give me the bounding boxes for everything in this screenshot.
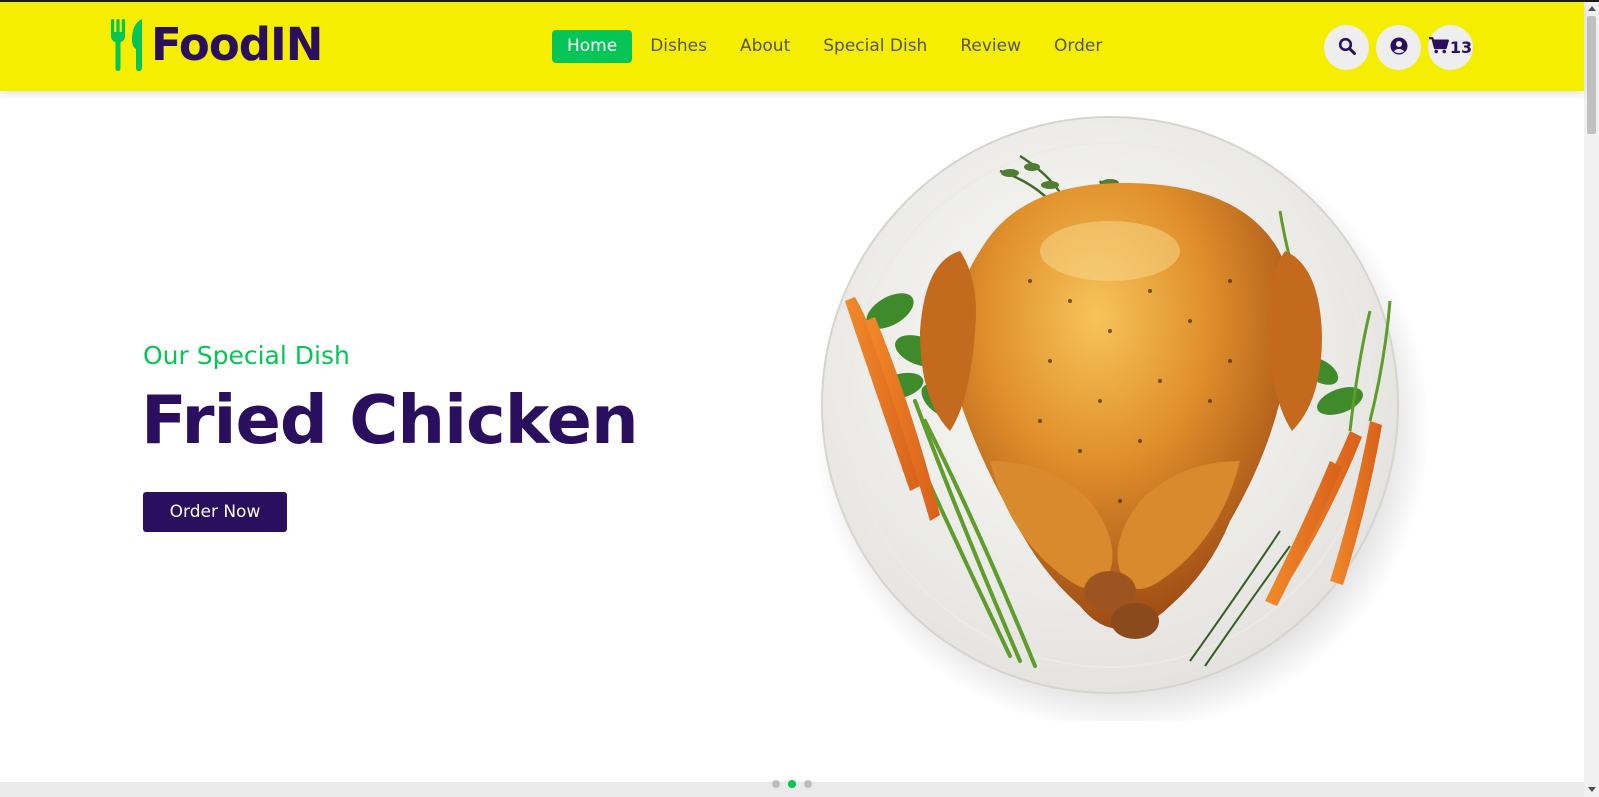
search-icon xyxy=(1338,37,1356,59)
slider-dot-3[interactable] xyxy=(804,780,812,788)
cart-icon xyxy=(1428,37,1449,58)
logo[interactable]: FoodIN xyxy=(110,18,323,71)
scrollbar-thumb[interactable] xyxy=(1587,16,1596,134)
user-circle-icon xyxy=(1390,37,1408,59)
main-nav: Home Dishes About Special Dish Review Or… xyxy=(552,30,1102,63)
nav-about[interactable]: About xyxy=(740,30,790,63)
hero-title: Fried Chicken xyxy=(141,381,639,459)
hero-subtitle: Our Special Dish xyxy=(143,341,350,370)
order-now-button[interactable]: Order Now xyxy=(143,492,287,532)
nav-order[interactable]: Order xyxy=(1054,30,1102,63)
slider-dot-2[interactable] xyxy=(788,780,796,788)
nav-special-dish[interactable]: Special Dish xyxy=(823,30,927,63)
dish-image xyxy=(810,101,1430,733)
cart-button[interactable]: 13 xyxy=(1428,25,1473,70)
search-button[interactable] xyxy=(1324,25,1369,70)
hero-slide: Our Special Dish Fried Chicken Order Now xyxy=(0,91,1584,782)
cart-count-badge: 13 xyxy=(1449,38,1473,57)
account-button[interactable] xyxy=(1376,25,1421,70)
scroll-up-arrow-icon[interactable] xyxy=(1588,6,1596,11)
nav-home[interactable]: Home xyxy=(552,30,633,63)
nav-review[interactable]: Review xyxy=(960,30,1021,63)
logo-text: FoodIN xyxy=(151,18,323,71)
slider-dot-1[interactable] xyxy=(772,780,780,788)
utensils-icon xyxy=(110,19,150,71)
vertical-scrollbar[interactable] xyxy=(1584,2,1599,797)
nav-dishes[interactable]: Dishes xyxy=(650,30,707,63)
site-header: FoodIN Home Dishes About Special Dish Re… xyxy=(0,2,1584,91)
scroll-down-arrow-icon[interactable] xyxy=(1588,787,1596,792)
slider-pagination xyxy=(772,780,820,788)
